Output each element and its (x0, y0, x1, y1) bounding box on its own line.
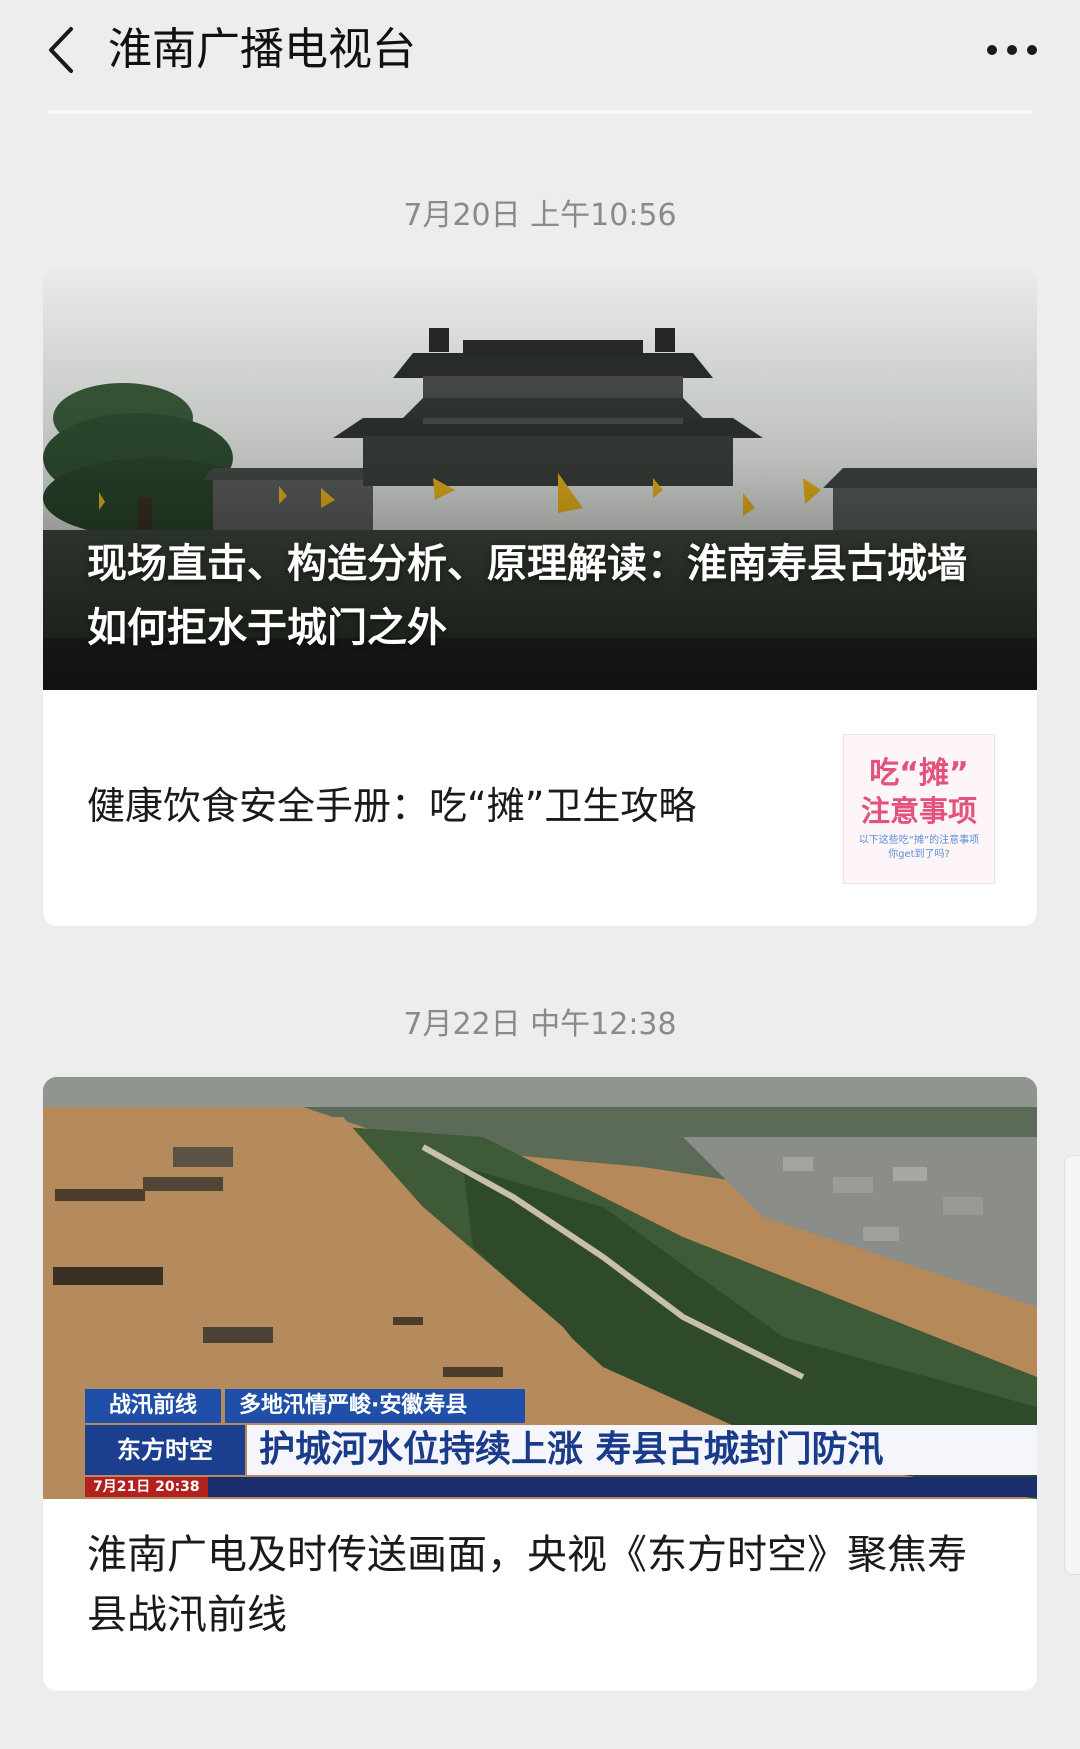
header-divider (48, 110, 1032, 114)
article-card: 现场直击、构造分析、原理解读：淮南寿县古城墙如何拒水于城门之外 健康饮食安全手册… (43, 268, 1037, 926)
banner-tag-bottom: 东方时空 (85, 1425, 245, 1475)
thumbnail-note-2: 你get到了吗? (888, 849, 950, 860)
banner-subheadline: 多地汛情严峻·安徽寿县 (225, 1389, 525, 1423)
news-banner: 战汛前线 多地汛情严峻·安徽寿县 东方时空 护城河水位持续上涨 寿县古城封门防汛 (85, 1389, 1037, 1477)
thumbnail-note: 以下这些吃“摊”的注意事项 (858, 835, 980, 846)
main-article-title: 淮南广电及时传送画面，央视《东方时空》聚焦寿县战汛前线 (87, 1532, 967, 1638)
message-timestamp: 7月22日 中午12:38 (403, 1007, 677, 1042)
main-article-cover: 战汛前线 多地汛情严峻·安徽寿县 东方时空 护城河水位持续上涨 寿县古城封门防汛… (43, 1077, 1037, 1499)
sub-article-thumbnail: 吃“摊” 注意事项 以下这些吃“摊”的注意事项 你get到了吗? (843, 734, 995, 884)
banner-headline: 护城河水位持续上涨 寿县古城封门防汛 (247, 1425, 1037, 1475)
main-article-title: 现场直击、构造分析、原理解读：淮南寿县古城墙如何拒水于城门之外 (87, 541, 967, 651)
back-button[interactable] (30, 18, 90, 82)
scroll-handle[interactable] (1064, 1155, 1080, 1575)
page-title: 淮南广播电视台 (108, 24, 416, 75)
news-ticker: 7月21日 20:38 (85, 1477, 1037, 1497)
main-article[interactable]: 现场直击、构造分析、原理解读：淮南寿县古城墙如何拒水于城门之外 (43, 268, 1037, 690)
ticker-date: 7月21日 20:38 (85, 1477, 208, 1497)
thumbnail-subheading: 注意事项 (860, 794, 977, 828)
more-horizontal-icon (987, 45, 1037, 55)
top-nav-bar: 淮南广播电视台 (0, 0, 1080, 104)
sub-article-title: 健康饮食安全手册：吃“摊”卫生攻略 (87, 784, 697, 828)
sub-article[interactable]: 健康饮食安全手册：吃“摊”卫生攻略 吃“摊” 注意事项 以下这些吃“摊”的注意事… (43, 690, 1037, 926)
chevron-left-icon (49, 27, 73, 73)
article-card[interactable]: 战汛前线 多地汛情严峻·安徽寿县 东方时空 护城河水位持续上涨 寿县古城封门防汛… (43, 1077, 1037, 1691)
thumbnail-heading: 吃“摊” (869, 756, 969, 791)
banner-tag-top: 战汛前线 (85, 1389, 221, 1423)
message-timestamp: 7月20日 上午10:56 (403, 198, 677, 233)
more-button[interactable] (972, 18, 1052, 82)
